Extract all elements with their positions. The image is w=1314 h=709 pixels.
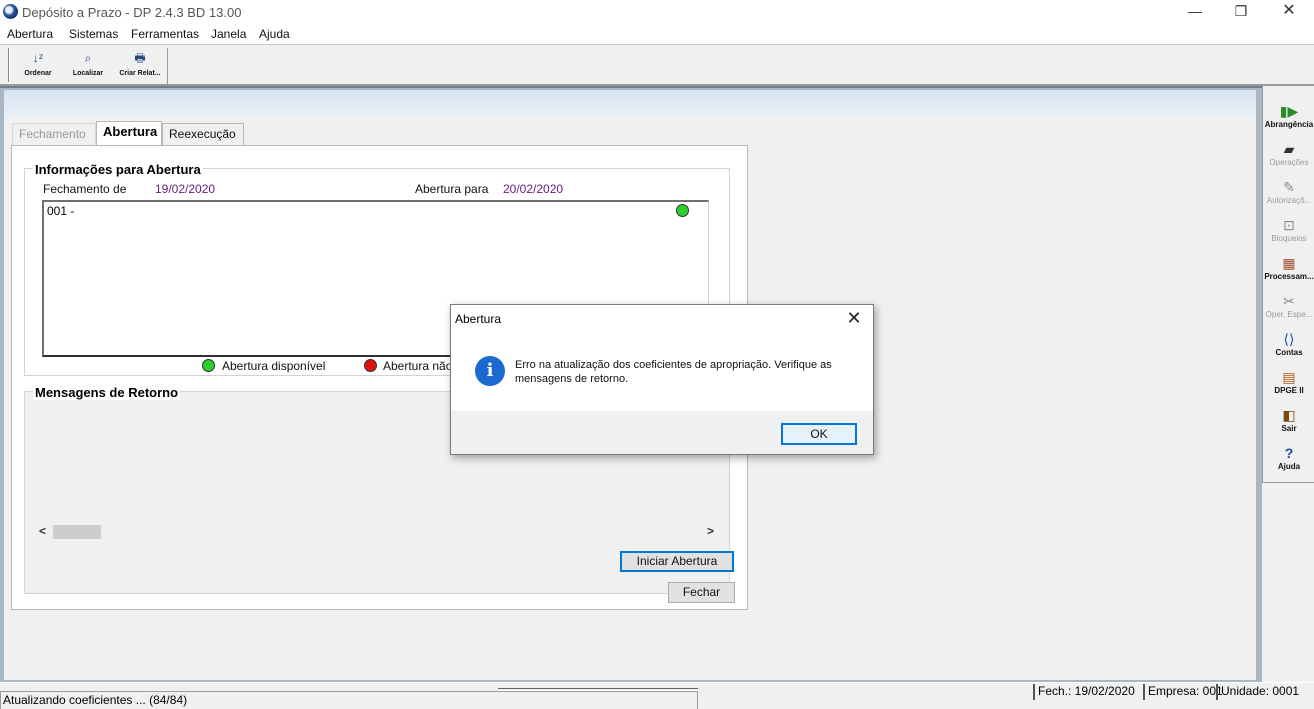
ok-button[interactable]: OK xyxy=(781,423,857,445)
sidebar-label-contas: Contas xyxy=(1275,348,1303,357)
dialog-message: Erro na atualização dos coeficientes de … xyxy=(515,359,832,385)
sidebar-item-contas[interactable]: ⟨⟩ Contas xyxy=(1263,330,1314,368)
sidebar-item-autorizacoes: ✎ Autorizaçõ... xyxy=(1263,178,1314,216)
dialog-title-bar: Abertura ✕ xyxy=(451,305,873,333)
fechamento-value: 19/02/2020 xyxy=(155,182,216,196)
help-icon: ? xyxy=(1284,445,1294,461)
printer-icon: 🖶 xyxy=(134,51,146,65)
sidebar-item-oper-especiais: ✂ Oper. Espe... xyxy=(1263,292,1314,330)
fechar-button[interactable]: Fechar xyxy=(668,582,735,603)
dialog-close-button[interactable]: ✕ xyxy=(841,308,867,330)
sidebar-label-oper-especiais: Oper. Espe... xyxy=(1265,310,1313,319)
toolbar: ↓ᶻ Ordenar ⌕ Localizar 🖶 Criar Relat... xyxy=(0,44,1314,86)
scroll-right-icon[interactable]: > xyxy=(702,523,719,540)
info-group-title: Informações para Abertura xyxy=(33,162,203,177)
sidebar-label-autorizacoes: Autorizaçõ... xyxy=(1266,196,1312,205)
find-icon: ⌕ xyxy=(84,51,92,65)
iniciar-abertura-button[interactable]: Iniciar Abertura xyxy=(620,551,734,572)
abertura-para-value: 20/02/2020 xyxy=(503,182,564,196)
sidebar-item-abrangencia[interactable]: ▮▶ Abrangência xyxy=(1263,102,1314,140)
status-bar: Atualizando coeficientes ... (84/84) Fec… xyxy=(0,682,1314,709)
sidebar-label-ajuda: Ajuda xyxy=(1277,462,1301,471)
fechamento-label: Fechamento de xyxy=(43,182,127,196)
lock-icon: ⊡ xyxy=(1283,217,1295,233)
scroll-thumb[interactable] xyxy=(53,525,101,539)
info-icon: i xyxy=(475,356,505,386)
calendar-icon: ▦ xyxy=(1282,255,1296,271)
tools-icon: ✂ xyxy=(1283,293,1295,309)
close-window-button[interactable]: ✕ xyxy=(1266,0,1312,24)
tab-abertura[interactable]: Abertura xyxy=(96,121,162,146)
sidebar-item-operacoes: ▰ Operações xyxy=(1263,140,1314,178)
toolbar-divider xyxy=(167,48,168,84)
menu-abertura[interactable]: Abertura xyxy=(7,27,53,41)
menu-sistemas[interactable]: Sistemas xyxy=(69,27,118,41)
menu-ferramentas[interactable]: Ferramentas xyxy=(131,27,199,41)
cards-icon: ▰ xyxy=(1283,141,1295,157)
menu-bar: Abertura Sistemas Ferramentas Janela Aju… xyxy=(0,24,1314,44)
status-green-dot-icon xyxy=(676,204,689,217)
menu-ajuda[interactable]: Ajuda xyxy=(259,27,290,41)
sidebar-label-operacoes: Operações xyxy=(1269,158,1309,167)
messages-group-title: Mensagens de Retorno xyxy=(33,385,181,400)
accounts-icon: ⟨⟩ xyxy=(1283,331,1295,347)
scope-arrow-icon: ▮▶ xyxy=(1279,103,1299,119)
status-fechamento: Fech.: 19/02/2020 xyxy=(1033,684,1135,700)
sidebar-item-dpge[interactable]: ▤ DPGE II xyxy=(1263,368,1314,406)
building-icon: ▤ xyxy=(1282,369,1296,385)
child-window-header xyxy=(4,90,1256,118)
legend-red-dot-icon xyxy=(364,359,377,372)
minimize-button[interactable]: — xyxy=(1172,0,1218,24)
edit-form-icon: ✎ xyxy=(1283,179,1295,195)
sidebar-item-sair[interactable]: ◧ Sair xyxy=(1263,406,1314,444)
legend-disponivel: Abertura disponível xyxy=(222,359,326,373)
criar-relatorio-label: Criar Relat... xyxy=(119,70,161,77)
tab-reexecucao[interactable]: Reexecução xyxy=(162,123,244,145)
status-empresa: Empresa: 001 xyxy=(1143,684,1223,700)
window-title: Depósito a Prazo - DP 2.4.3 BD 13.00 xyxy=(22,5,242,20)
sidebar-label-sair: Sair xyxy=(1281,424,1297,433)
legend-green-dot-icon xyxy=(202,359,215,372)
scroll-left-icon[interactable]: < xyxy=(34,523,51,540)
sidebar-item-ajuda[interactable]: ? Ajuda xyxy=(1263,444,1314,482)
toolbar-grip[interactable] xyxy=(8,48,10,82)
localizar-label: Localizar xyxy=(72,70,104,77)
localizar-button[interactable]: ⌕ Localizar xyxy=(62,49,114,83)
sidebar-item-processamento[interactable]: ▦ Processam... xyxy=(1263,254,1314,292)
sidebar-label-abrangencia: Abrangência xyxy=(1264,120,1314,129)
exit-door-icon: ◧ xyxy=(1282,407,1296,423)
sidebar-label-dpge: DPGE II xyxy=(1274,386,1304,395)
sidebar-item-bloqueios: ⊡ Bloqueios xyxy=(1263,216,1314,254)
restore-button[interactable]: ❐ xyxy=(1218,0,1264,24)
title-bar: Depósito a Prazo - DP 2.4.3 BD 13.00 — ❐… xyxy=(0,0,1314,24)
app-logo-icon xyxy=(3,4,18,19)
messages-hscrollbar[interactable]: < > xyxy=(34,523,720,540)
sidebar-label-processamento: Processam... xyxy=(1264,272,1314,281)
abertura-para-label: Abertura para xyxy=(415,182,489,196)
right-sidebar: ▮▶ Abrangência ▰ Operações ✎ Autorizaçõ.… xyxy=(1262,86,1314,483)
dialog-title: Abertura xyxy=(455,312,502,326)
ordenar-button[interactable]: ↓ᶻ Ordenar xyxy=(12,49,64,83)
list-item-text: 001 - xyxy=(47,204,75,218)
sidebar-label-bloqueios: Bloqueios xyxy=(1271,234,1307,243)
ordenar-label: Ordenar xyxy=(24,70,52,77)
list-item[interactable]: 001 - xyxy=(46,203,706,219)
status-message: Atualizando coeficientes ... (84/84) xyxy=(0,691,698,709)
tab-fechamento: Fechamento xyxy=(12,123,96,145)
error-dialog: Abertura ✕ i Erro na atualização dos coe… xyxy=(450,304,874,455)
status-unidade: Unidade: 0001 xyxy=(1216,684,1299,700)
menu-janela[interactable]: Janela xyxy=(211,27,246,41)
criar-relatorio-button[interactable]: 🖶 Criar Relat... xyxy=(114,49,166,83)
sort-az-icon: ↓ᶻ xyxy=(32,51,44,65)
dialog-body: i Erro na atualização dos coeficientes d… xyxy=(451,333,873,411)
